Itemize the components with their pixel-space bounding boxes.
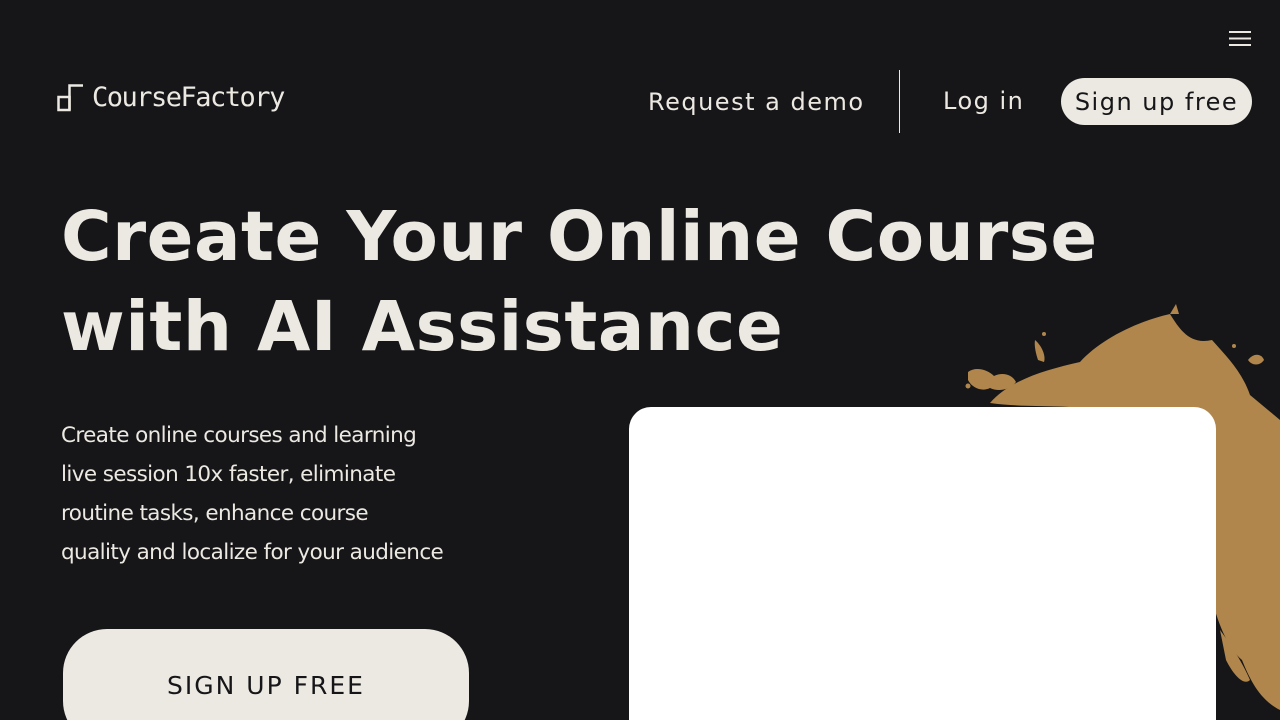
- hamburger-menu-icon: [1229, 31, 1251, 46]
- hero-description-line-2: live session 10x faster, eliminate: [61, 462, 396, 487]
- nav-divider: [899, 70, 900, 133]
- logo-mark-icon: [57, 84, 83, 112]
- hero-description-line-1: Create online courses and learning: [61, 423, 417, 448]
- hero-description-line-4: quality and localize for your audience: [61, 540, 444, 565]
- hero-title: Create Your Online Course with AI Assist…: [61, 192, 1098, 372]
- sign-up-free-button[interactable]: Sign up free: [1061, 78, 1252, 125]
- logo[interactable]: CourseFactory: [57, 81, 285, 115]
- logo-text: CourseFactory: [92, 82, 285, 113]
- log-in-link[interactable]: Log in: [943, 86, 1024, 116]
- hero-sign-up-free-button[interactable]: SIGN UP FREE: [63, 629, 469, 720]
- menu-button[interactable]: [1222, 20, 1260, 58]
- product-preview-card: [629, 407, 1216, 720]
- hero-description: Create online courses and learning live …: [61, 416, 501, 572]
- hero-title-line-1: Create Your Online Course: [61, 197, 1098, 277]
- landing-page: CourseFactory Request a demo Log in Sign…: [0, 0, 1280, 720]
- top-nav: Request a demo Log in Sign up free: [620, 70, 1260, 133]
- request-demo-link[interactable]: Request a demo: [648, 87, 865, 117]
- hero-description-line-3: routine tasks, enhance course: [61, 501, 369, 526]
- hero-title-line-2: with AI Assistance: [61, 287, 784, 367]
